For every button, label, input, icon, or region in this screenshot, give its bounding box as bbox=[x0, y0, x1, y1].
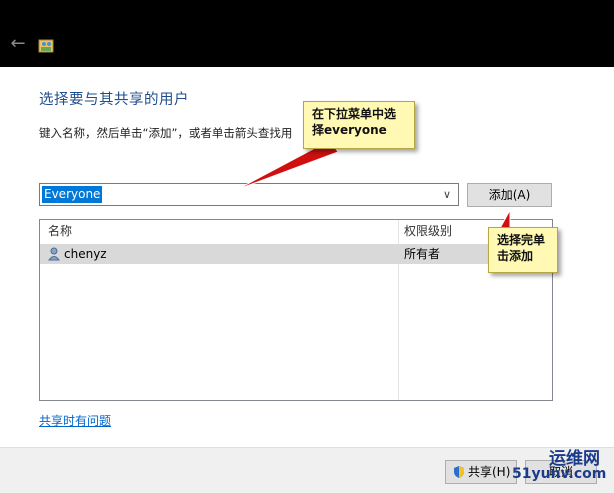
help-link[interactable]: 共享时有问题 bbox=[39, 412, 111, 429]
list-header: 名称 权限级别 bbox=[40, 220, 552, 242]
chevron-down-icon[interactable]: ∨ bbox=[439, 185, 455, 204]
column-header-permission[interactable]: 权限级别 bbox=[404, 220, 452, 242]
callout-select-everyone: 在下拉菜单中选择everyone bbox=[303, 101, 415, 149]
dialog-heading: 选择要与其共享的用户 bbox=[39, 92, 189, 108]
title-bar: ← bbox=[0, 0, 614, 67]
add-button[interactable]: 添加(A) bbox=[467, 183, 552, 207]
app-icon bbox=[38, 39, 54, 53]
user-icon bbox=[48, 247, 60, 261]
instruction-text: 键入名称，然后单击“添加”，或者单击箭头查找用 bbox=[39, 126, 293, 140]
shield-icon bbox=[454, 466, 464, 478]
back-arrow-icon[interactable]: ← bbox=[8, 34, 28, 54]
row-permission[interactable]: 所有者 bbox=[404, 244, 440, 264]
watermark-line2: 51yunv.com bbox=[512, 466, 607, 482]
watermark: 运维网 51yunv.com bbox=[504, 444, 614, 492]
callout-click-add: 选择完单击添加 bbox=[488, 227, 558, 273]
user-combobox[interactable]: Everyone ∨ bbox=[39, 183, 459, 206]
column-header-name[interactable]: 名称 bbox=[48, 220, 72, 242]
user-list[interactable]: 名称 权限级别 chenyz 所有者 bbox=[39, 219, 553, 401]
table-row[interactable]: chenyz 所有者 bbox=[40, 244, 552, 264]
combobox-value[interactable]: Everyone bbox=[42, 186, 103, 203]
row-user-name: chenyz bbox=[64, 247, 107, 261]
